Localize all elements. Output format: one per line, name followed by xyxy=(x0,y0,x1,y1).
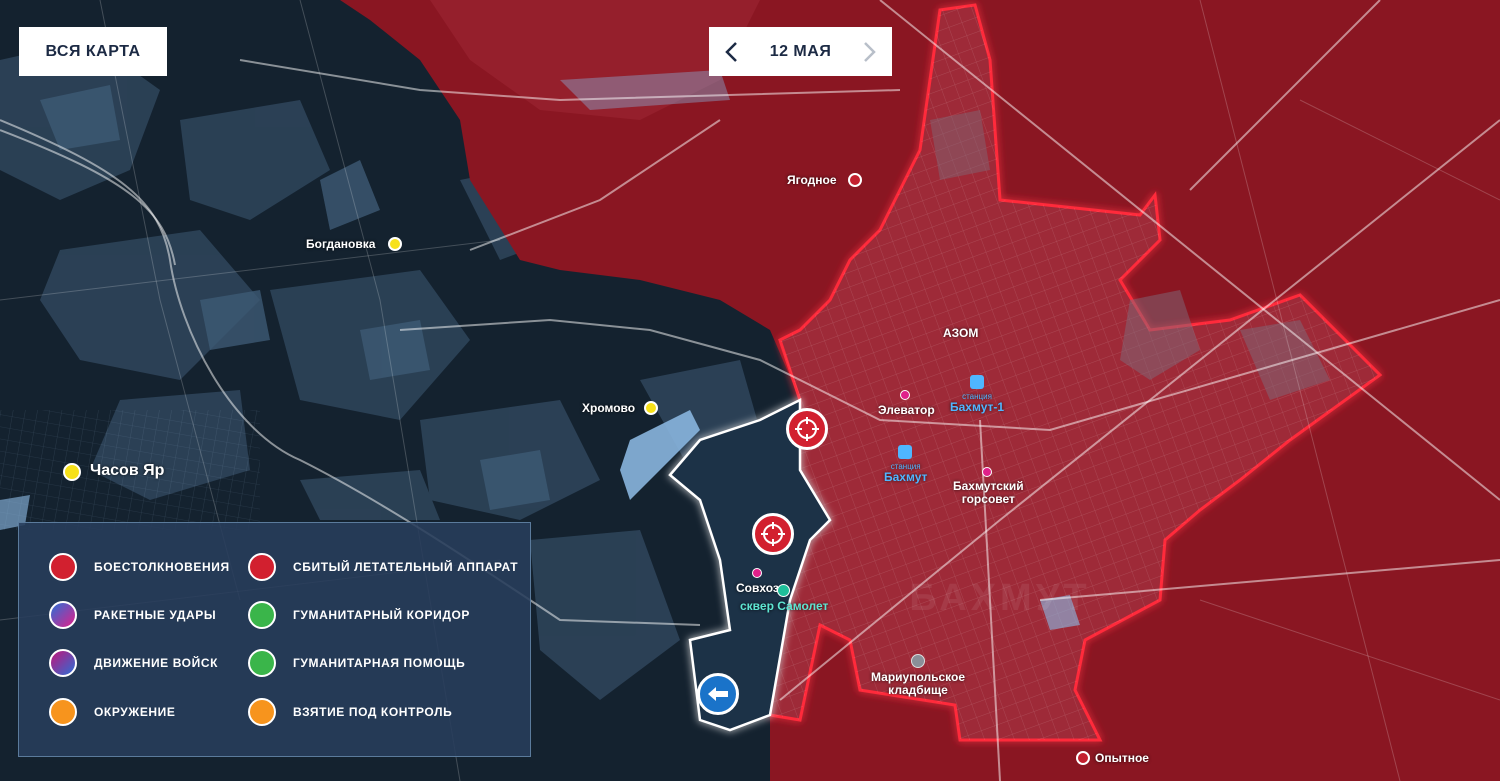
settlement-marker-bogdanovka[interactable] xyxy=(388,237,402,251)
settlement-marker-khromovo[interactable] xyxy=(644,401,658,415)
gorsovet-line2: горсовет xyxy=(961,492,1015,506)
legend-label: БОЕСТОЛКНОВЕНИЯ xyxy=(94,560,230,574)
legend-label: ГУМАНИТАРНЫЙ КОРИДОР xyxy=(293,608,471,622)
missile-strike-icon xyxy=(49,601,77,629)
park-icon[interactable] xyxy=(777,584,790,597)
poi-marker-sovkhoz[interactable] xyxy=(752,568,762,578)
legend-item-encirclement[interactable]: ОКРУЖЕНИЕ xyxy=(49,698,176,726)
legend-label: ВЗЯТИЕ ПОД КОНТРОЛЬ xyxy=(293,705,453,719)
label-station-bakhmut1: станция Бахмут-1 xyxy=(950,391,1004,413)
label-yagodnoe: Ягодное xyxy=(787,173,837,187)
cemetery-line2: кладбище xyxy=(888,683,948,697)
label-opytnoe: Опытное xyxy=(1095,751,1149,765)
capture-control-icon xyxy=(248,698,276,726)
label-skver: сквер Самолет xyxy=(740,599,829,613)
chevron-right-icon xyxy=(864,41,876,62)
legend-item-humanitarian-aid[interactable]: ГУМАНИТАРНАЯ ПОМОЩЬ xyxy=(248,649,465,677)
encirclement-icon xyxy=(49,698,77,726)
settlement-marker-yagodnoe[interactable] xyxy=(848,173,862,187)
troop-movement-marker[interactable] xyxy=(697,673,739,715)
date-selector: 12 МАЯ xyxy=(709,27,892,76)
legend-item-downed-aircraft[interactable]: СБИТЫЙ ЛЕТАТЕЛЬНЫЙ АППАРАТ xyxy=(248,553,518,581)
next-date-button[interactable] xyxy=(848,27,892,76)
cemetery-icon[interactable] xyxy=(911,654,925,668)
legend-item-troop-movement[interactable]: ДВИЖЕНИЕ ВОЙСК xyxy=(49,649,218,677)
label-azom: АЗОМ xyxy=(943,326,979,340)
legend-label: ГУМАНИТАРНАЯ ПОМОЩЬ xyxy=(293,656,466,670)
poi-marker-gorsovet[interactable] xyxy=(982,467,992,477)
label-cemetery: Мариупольское кладбище xyxy=(871,671,965,697)
label-khromovo: Хромово xyxy=(582,401,636,415)
arrow-left-icon xyxy=(708,687,728,701)
clash-marker[interactable] xyxy=(786,408,828,450)
clash-icon xyxy=(49,553,77,581)
legend-label: СБИТЫЙ ЛЕТАТЕЛЬНЫЙ АППАРАТ xyxy=(293,560,519,574)
settlement-marker-opytnoe[interactable] xyxy=(1076,751,1090,765)
chevron-left-icon xyxy=(725,41,737,62)
label-chasov-yar: Часов Яр xyxy=(90,462,165,479)
station-name: Бахмут-1 xyxy=(950,400,1005,414)
city-watermark-text: БАХМУТ xyxy=(909,577,1090,619)
humanitarian-aid-icon xyxy=(248,649,276,677)
label-gorsovet: Бахмутский горсовет xyxy=(953,480,1024,506)
train-station-icon[interactable] xyxy=(898,445,912,459)
legend-item-humanitarian-corridor[interactable]: ГУМАНИТАРНЫЙ КОРИДОР xyxy=(248,601,470,629)
clash-marker[interactable] xyxy=(752,513,794,555)
train-station-icon[interactable] xyxy=(970,375,984,389)
label-elevator: Элеватор xyxy=(878,403,935,417)
legend-item-capture-control[interactable]: ВЗЯТИЕ ПОД КОНТРОЛЬ xyxy=(248,698,452,726)
troop-movement-icon xyxy=(49,649,77,677)
prev-date-button[interactable] xyxy=(709,27,753,76)
legend-label: ДВИЖЕНИЕ ВОЙСК xyxy=(94,656,219,670)
clash-icon xyxy=(795,417,819,441)
current-date: 12 МАЯ xyxy=(769,42,832,60)
settlement-marker-chasov-yar[interactable] xyxy=(63,463,81,481)
station-name: Бахмут xyxy=(884,470,928,484)
downed-aircraft-icon xyxy=(248,553,276,581)
legend-item-missile-strike[interactable]: РАКЕТНЫЕ УДАРЫ xyxy=(49,601,216,629)
poi-marker-elevator[interactable] xyxy=(900,390,910,400)
label-sovkhoz: Совхоз xyxy=(736,581,779,595)
legend-item-clash[interactable]: БОЕСТОЛКНОВЕНИЯ xyxy=(49,553,230,581)
clash-icon xyxy=(761,522,785,546)
humanitarian-corridor-icon xyxy=(248,601,276,629)
legend-label: РАКЕТНЫЕ УДАРЫ xyxy=(94,608,217,622)
all-map-button[interactable]: ВСЯ КАРТА xyxy=(19,27,167,76)
label-bogdanovka: Богдановка xyxy=(306,237,376,251)
legend-label: ОКРУЖЕНИЕ xyxy=(94,705,176,719)
map-legend: БОЕСТОЛКНОВЕНИЯ СБИТЫЙ ЛЕТАТЕЛЬНЫЙ АППАР… xyxy=(18,522,531,757)
label-station-bakhmut: станция Бахмут xyxy=(884,461,927,483)
